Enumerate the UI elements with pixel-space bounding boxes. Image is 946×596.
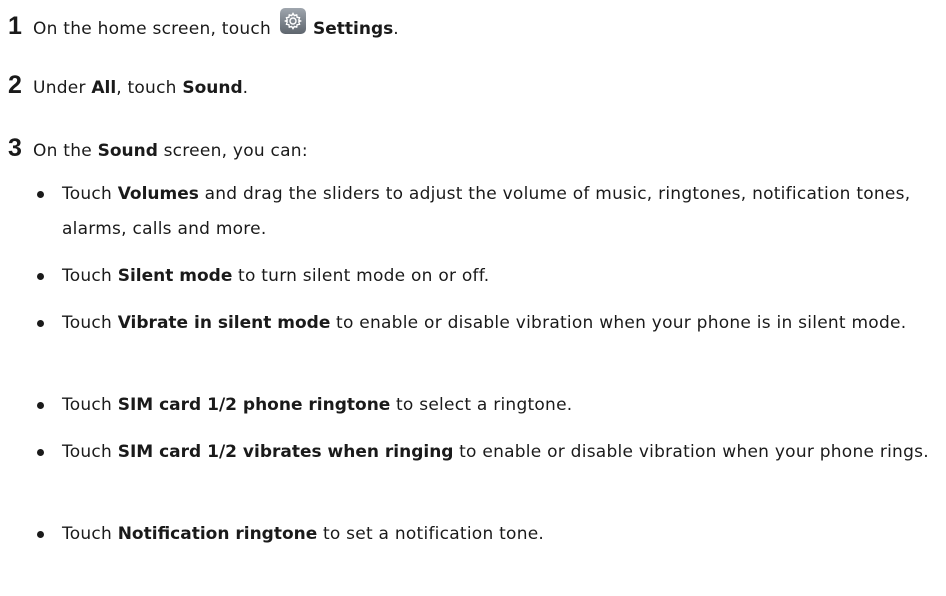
list-item-sim-ringtone: Touch SIM card 1/2 phone ringtone to sel… xyxy=(37,388,942,423)
item-text: Touch xyxy=(62,524,113,544)
step-text: . xyxy=(393,19,399,39)
step-text: . xyxy=(242,78,249,98)
bullet-dot xyxy=(37,449,44,456)
item-text: Touch xyxy=(62,313,113,333)
bullet-dot xyxy=(37,191,44,198)
list-item-sim-vibrates: Touch SIM card 1/2 vibrates when ringing… xyxy=(37,435,942,470)
item-text: Touch xyxy=(62,442,113,462)
sound-label: Sound xyxy=(97,141,158,161)
item-text: to enable or disable vibration when your… xyxy=(336,313,907,333)
list-item-volumes: Touch Volumes and drag the sliders to ad… xyxy=(37,177,942,247)
step-text: On the xyxy=(33,141,92,161)
bullet-dot xyxy=(37,273,44,280)
step-text: , touch xyxy=(116,78,177,98)
sim-ringtone-label: SIM card 1/2 phone ringtone xyxy=(117,395,391,415)
silent-mode-label: Silent mode xyxy=(117,266,233,286)
step-2: 2 Under All, touch Sound. xyxy=(8,71,248,100)
list-item-silent-mode: Touch Silent mode to turn silent mode on… xyxy=(37,259,942,294)
all-label: All xyxy=(91,78,117,98)
vibrate-silent-label: Vibrate in silent mode xyxy=(117,313,331,333)
bullet-dot xyxy=(37,531,44,538)
item-text: Touch xyxy=(62,395,113,415)
sim-vibrates-label: SIM card 1/2 vibrates when ringing xyxy=(117,442,454,462)
item-text: Touch xyxy=(62,184,113,204)
item-text: to select a ringtone. xyxy=(396,395,573,415)
list-item-notification-ringtone: Touch Notification ringtone to set a not… xyxy=(37,517,942,552)
item-text: to set a notification tone. xyxy=(322,524,545,544)
item-text: to turn silent mode on or off. xyxy=(238,266,490,286)
settings-gear-icon xyxy=(280,8,306,34)
bullet-dot xyxy=(37,320,44,327)
step-number: 3 xyxy=(8,134,23,162)
settings-label: Settings xyxy=(313,19,394,39)
step-3: 3 On the Sound screen, you can: xyxy=(8,134,308,163)
step-text: Under xyxy=(33,78,86,98)
item-text: to enable or disable vibration when your… xyxy=(459,442,929,462)
step-text: screen, you can: xyxy=(163,141,308,161)
bullet-dot xyxy=(37,402,44,409)
sound-label: Sound xyxy=(182,78,243,98)
step-text: On the home screen, touch xyxy=(33,19,271,39)
notification-ringtone-label: Notification ringtone xyxy=(117,524,318,544)
step-number: 2 xyxy=(8,71,23,99)
step-1: 1 On the home screen, touch Settings. xyxy=(8,8,399,41)
volumes-label: Volumes xyxy=(117,184,199,204)
step-number: 1 xyxy=(8,12,23,40)
item-text: Touch xyxy=(62,266,113,286)
list-item-vibrate-silent: Touch Vibrate in silent mode to enable o… xyxy=(37,306,942,341)
